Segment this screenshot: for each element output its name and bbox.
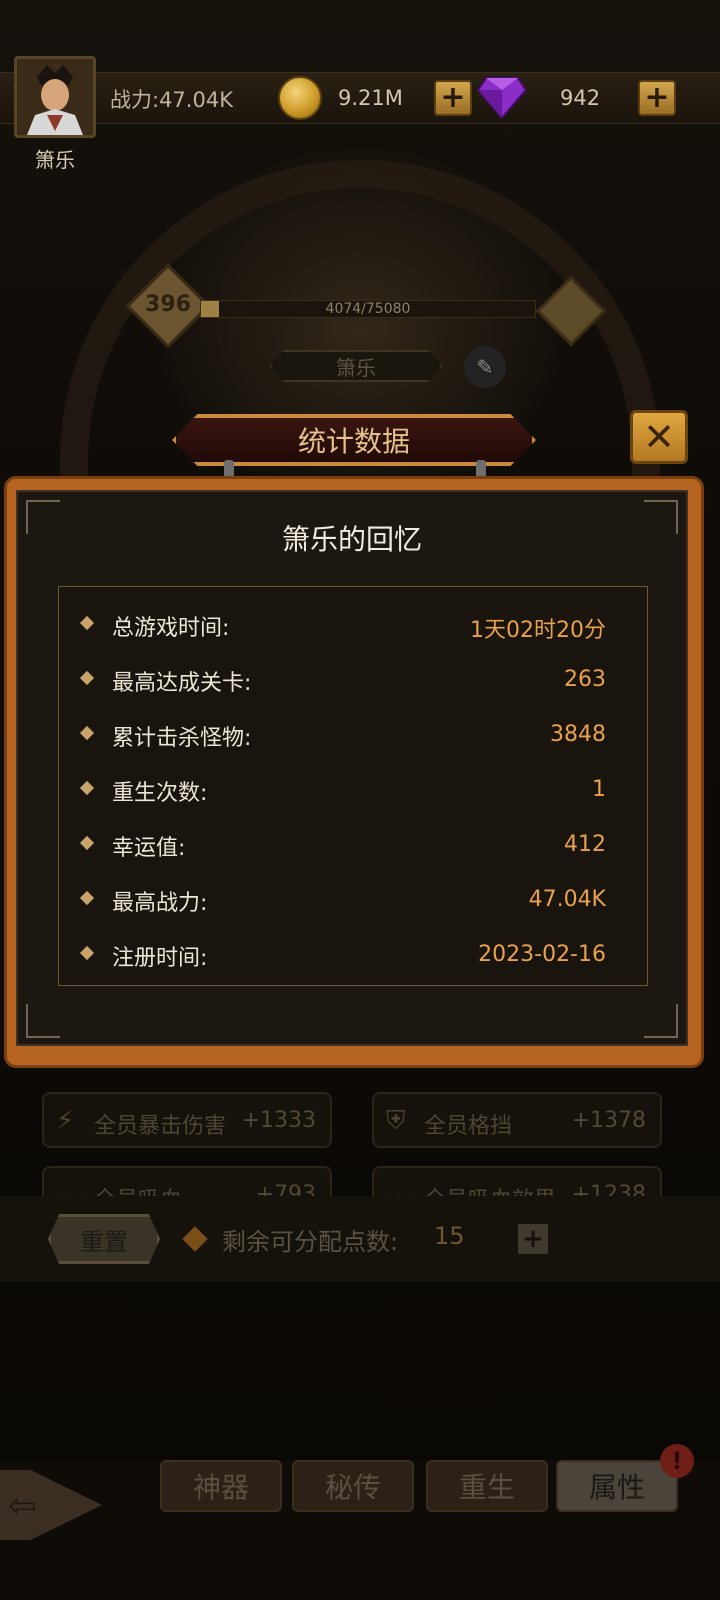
gem-icon (476, 77, 528, 120)
gem-amount: 942 (560, 86, 601, 110)
attribute-card[interactable]: ⚡ 全员暴击伤害 +1333 (42, 1092, 332, 1148)
stat-label: 累计击杀怪物: (112, 726, 252, 751)
diamond-bullet-icon (79, 890, 95, 906)
diamond-bullet-icon (79, 725, 95, 741)
stat-row: 最高战力: 47.04K (58, 881, 648, 921)
tab-rebirth[interactable]: 重生 (426, 1460, 548, 1512)
stat-value: 412 (564, 832, 606, 857)
stat-row: 注册时间: 2023-02-16 (58, 936, 648, 976)
stat-label: 幸运值: (112, 836, 186, 861)
attribute-label: 全员暴击伤害 (94, 1114, 227, 1139)
name-plate-text: 箫乐 (336, 356, 376, 380)
tab-artifact[interactable]: 神器 (160, 1460, 282, 1512)
stat-value: 1 (592, 777, 606, 802)
gold-coin-icon (278, 76, 322, 120)
stat-label: 重生次数: (112, 781, 208, 806)
stat-value: 1天02时20分 (470, 618, 606, 643)
level-number: 396 (145, 292, 191, 317)
add-points-button[interactable]: + (518, 1224, 548, 1254)
alert-badge: ! (660, 1444, 694, 1478)
xp-text: 4074/75080 (325, 301, 411, 317)
attribute-row-clip: 〰 全员吸血 +793 〰 全员吸血效果 +1238 (0, 1166, 720, 1196)
player-name: 箫乐 (35, 148, 75, 172)
close-icon: ✕ (643, 415, 675, 459)
attribute-label: 全员吸血 (94, 1182, 182, 1196)
pencil-icon: ✎ (476, 355, 494, 379)
stat-row: 幸运值: 412 (58, 826, 648, 866)
attribute-value: +1238 (571, 1182, 646, 1196)
reset-button[interactable]: 重置 (48, 1214, 160, 1264)
stat-row: 总游戏时间: 1天02时20分 (58, 606, 648, 646)
attribute-label: 全员格挡 (424, 1114, 513, 1139)
stat-value: 47.04K (528, 887, 606, 912)
edit-name-button[interactable]: ✎ (464, 346, 506, 388)
attribute-label: 全员吸血效果 (424, 1182, 556, 1196)
stat-label: 注册时间: (112, 946, 208, 971)
tab-attributes[interactable]: 属性 (556, 1460, 678, 1512)
stat-value: 3848 (550, 722, 606, 747)
stat-label: 总游戏时间: (112, 616, 230, 641)
attribute-value: +793 (255, 1182, 316, 1196)
back-arrow-icon: ⇦ (8, 1486, 37, 1526)
add-gold-button[interactable]: + (434, 80, 472, 116)
gold-amount: 9.21M (338, 86, 403, 110)
points-value: 15 (434, 1222, 465, 1250)
stat-row: 最高达成关卡: 263 (58, 661, 648, 701)
stat-label: 最高战力: (112, 891, 208, 916)
close-button[interactable]: ✕ (630, 410, 688, 464)
diamond-bullet-icon (79, 615, 95, 631)
lightning-icon: ⚡ (56, 1106, 75, 1136)
diamond-bullet-icon (79, 780, 95, 796)
player-avatar[interactable] (14, 56, 96, 138)
attribute-card[interactable]: 〰 全员吸血 +793 (42, 1166, 332, 1196)
attribute-card[interactable]: ⛨ 全员格挡 +1378 (372, 1092, 662, 1148)
panel-header-title: 统计数据 (297, 425, 410, 458)
corner-ornament (644, 1004, 678, 1038)
panel-title: 箫乐的回忆 (281, 523, 422, 556)
combat-power: 战力:47.04K (110, 88, 233, 112)
wave-icon: 〰 (56, 1180, 82, 1196)
wave-icon: 〰 (386, 1180, 412, 1196)
diamond-bullet-icon (79, 670, 95, 686)
attribute-value: +1378 (571, 1108, 646, 1133)
diamond-bullet-icon (79, 945, 95, 961)
stat-value: 263 (564, 667, 606, 692)
avatar-portrait-icon (17, 59, 93, 135)
stat-row: 累计击杀怪物: 3848 (58, 716, 648, 756)
tab-secret[interactable]: 秘传 (292, 1460, 414, 1512)
stat-label: 最高达成关卡: (112, 671, 252, 696)
stat-row: 重生次数: 1 (58, 771, 648, 811)
shield-icon: ⛨ (386, 1106, 406, 1136)
corner-ornament (26, 1004, 60, 1038)
attribute-value: +1333 (241, 1108, 316, 1133)
diamond-bullet-icon (79, 835, 95, 851)
attribute-card[interactable]: 〰 全员吸血效果 +1238 (372, 1166, 662, 1196)
stat-value: 2023-02-16 (478, 942, 606, 967)
add-gems-button[interactable]: + (638, 80, 676, 116)
points-label: 剩余可分配点数: (222, 1228, 399, 1256)
